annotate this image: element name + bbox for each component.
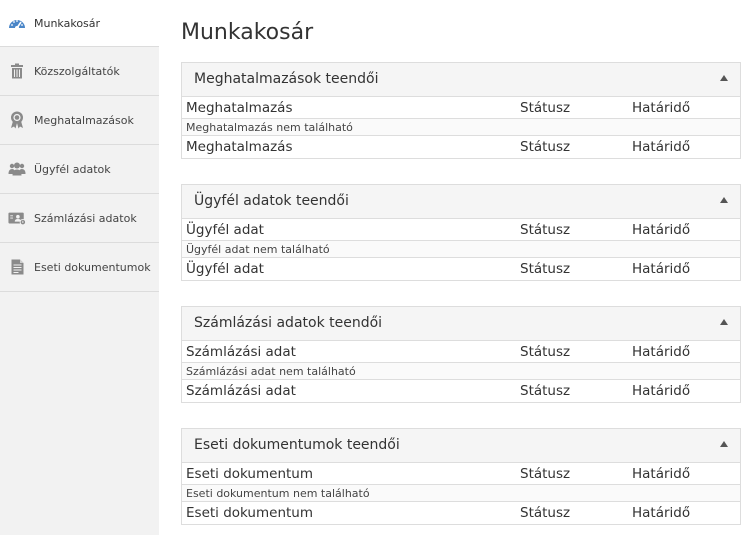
sidebar: Munkakosár Közszolgáltatók Meghatalmazás… <box>0 0 159 535</box>
column-header-name: Számlázási adat <box>186 344 296 360</box>
column-header-deadline: Határidő <box>632 344 691 360</box>
column-footer-name: Eseti dokumentum <box>186 505 314 521</box>
sidebar-item-label: Számlázási adatok <box>34 211 137 225</box>
sidebar-item-kozszolgaltatok[interactable]: Közszolgáltatók <box>0 47 159 96</box>
sidebar-item-label: Ügyfél adatok <box>34 162 111 176</box>
column-footer-name: Meghatalmazás <box>186 139 293 155</box>
collapse-up-icon[interactable] <box>720 197 728 203</box>
collapse-up-icon[interactable] <box>720 75 728 81</box>
empty-message: Meghatalmazás nem található <box>186 121 353 134</box>
sidebar-item-label: Közszolgáltatók <box>34 64 120 78</box>
column-header-deadline: Határidő <box>632 100 691 116</box>
sidebar-item-label: Munkakosár <box>34 16 101 30</box>
column-header-deadline: Határidő <box>632 466 691 482</box>
empty-message: Eseti dokumentum nem található <box>186 487 370 500</box>
panel-header[interactable]: Eseti dokumentumok teendői <box>182 429 740 463</box>
sidebar-item-ugyfel-adatok[interactable]: Ügyfél adatok <box>0 145 159 194</box>
column-footer-status: Státusz <box>520 261 571 277</box>
panel-title: Számlázási adatok teendői <box>194 315 383 331</box>
panel-header[interactable]: Ügyfél adatok teendői <box>182 185 740 219</box>
column-header-status: Státusz <box>520 100 571 116</box>
column-header-status: Státusz <box>520 344 571 360</box>
empty-row: Számlázási adat nem található <box>182 363 740 380</box>
empty-row: Eseti dokumentum nem található <box>182 485 740 502</box>
panel-ugyfel-adatok: Ügyfél adatok teendői Ügyfél adat Státus… <box>181 184 741 281</box>
dashboard-icon <box>8 14 26 32</box>
empty-row: Meghatalmazás nem található <box>182 119 740 136</box>
sidebar-item-label: Eseti dokumentumok <box>34 260 151 274</box>
column-footer-name: Számlázási adat <box>186 383 296 399</box>
column-header-name: Meghatalmazás <box>186 100 293 116</box>
empty-message: Ügyfél adat nem található <box>186 243 330 256</box>
table-footer-row: Számlázási adat Státusz Határidő <box>182 380 740 402</box>
collapse-up-icon[interactable] <box>720 441 728 447</box>
trash-icon <box>8 62 26 80</box>
column-footer-status: Státusz <box>520 505 571 521</box>
table-footer-row: Eseti dokumentum Státusz Határidő <box>182 502 740 524</box>
sidebar-item-label: Meghatalmazások <box>34 113 134 127</box>
table-header-row: Eseti dokumentum Státusz Határidő <box>182 463 740 485</box>
collapse-up-icon[interactable] <box>720 319 728 325</box>
award-ribbon-icon <box>8 111 26 129</box>
panel-header[interactable]: Számlázási adatok teendői <box>182 307 740 341</box>
column-header-status: Státusz <box>520 222 571 238</box>
empty-message: Számlázási adat nem található <box>186 365 356 378</box>
column-footer-deadline: Határidő <box>632 505 691 521</box>
sidebar-item-munkakosar[interactable]: Munkakosár <box>0 0 159 47</box>
table-footer-row: Meghatalmazás Státusz Határidő <box>182 136 740 158</box>
sidebar-item-szamlazasi-adatok[interactable]: Számlázási adatok <box>0 194 159 243</box>
column-footer-status: Státusz <box>520 139 571 155</box>
panel-header[interactable]: Meghatalmazások teendői <box>182 63 740 97</box>
column-footer-deadline: Határidő <box>632 383 691 399</box>
table-header-row: Meghatalmazás Státusz Határidő <box>182 97 740 119</box>
table-footer-row: Ügyfél adat Státusz Határidő <box>182 258 740 280</box>
column-header-name: Ügyfél adat <box>186 222 264 238</box>
sidebar-item-meghatalmazasok[interactable]: Meghatalmazások <box>0 96 159 145</box>
column-header-name: Eseti dokumentum <box>186 466 314 482</box>
table-header-row: Ügyfél adat Státusz Határidő <box>182 219 740 241</box>
billing-card-icon <box>8 209 26 227</box>
column-header-deadline: Határidő <box>632 222 691 238</box>
empty-row: Ügyfél adat nem található <box>182 241 740 258</box>
users-icon <box>8 160 26 178</box>
panel-meghatalmazasok: Meghatalmazások teendői Meghatalmazás St… <box>181 62 741 159</box>
panel-szamlazasi-adatok: Számlázási adatok teendői Számlázási ada… <box>181 306 741 403</box>
panel-title: Eseti dokumentumok teendői <box>194 437 400 453</box>
page-title: Munkakosár <box>181 20 314 45</box>
column-header-status: Státusz <box>520 466 571 482</box>
table-header-row: Számlázási adat Státusz Határidő <box>182 341 740 363</box>
main-content: Munkakosár Meghatalmazások teendői Megha… <box>159 0 750 535</box>
column-footer-deadline: Határidő <box>632 261 691 277</box>
column-footer-name: Ügyfél adat <box>186 261 264 277</box>
panel-title: Meghatalmazások teendői <box>194 71 379 87</box>
document-icon <box>8 258 26 276</box>
panel-eseti-dokumentumok: Eseti dokumentumok teendői Eseti dokumen… <box>181 428 741 525</box>
panel-title: Ügyfél adatok teendői <box>194 193 349 209</box>
sidebar-item-eseti-dokumentumok[interactable]: Eseti dokumentumok <box>0 243 159 292</box>
column-footer-deadline: Határidő <box>632 139 691 155</box>
column-footer-status: Státusz <box>520 383 571 399</box>
